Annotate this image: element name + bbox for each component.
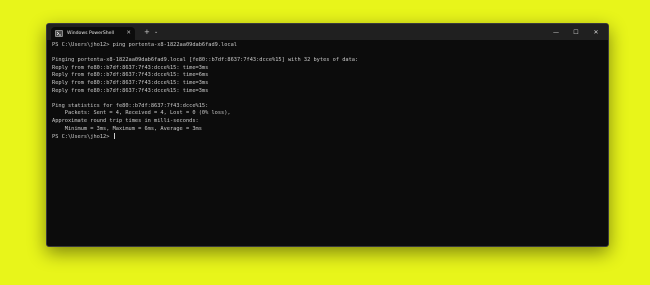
- terminal-line: Reply from fe80::b7df:8637:7f43:dcce%15:…: [52, 79, 209, 86]
- chevron-down-icon[interactable]: ⌄: [154, 29, 158, 36]
- powershell-icon: [55, 30, 63, 37]
- terminal-line: Reply from fe80::b7df:8637:7f43:dcce%15:…: [52, 72, 209, 79]
- close-button[interactable]: ✕: [586, 24, 606, 40]
- terminal-output[interactable]: PS C:\Users\jho12> ping portenta-x8-1822…: [52, 40, 603, 246]
- title-bar[interactable]: Windows PowerShell ✕ + ⌄ — ☐ ✕: [47, 24, 608, 40]
- prompt-line[interactable]: PS C:\Users\jho12>: [52, 133, 603, 141]
- terminal-window: Windows PowerShell ✕ + ⌄ — ☐ ✕ PS C:\Use…: [46, 23, 609, 247]
- tab-close-icon[interactable]: ✕: [126, 30, 131, 37]
- new-tab-button[interactable]: +: [144, 28, 150, 36]
- prompt-text: PS C:\Users\jho12>: [52, 134, 113, 141]
- maximize-button[interactable]: ☐: [566, 24, 586, 40]
- text-cursor: [113, 133, 115, 140]
- terminal-line: Approximate round trip times in milli-se…: [52, 117, 199, 124]
- terminal-line: Reply from fe80::b7df:8637:7f43:dcce%15:…: [52, 64, 209, 71]
- minimize-button[interactable]: —: [546, 24, 566, 40]
- terminal-line: Pinging portenta-x8-1822aa09dab6fad9.loc…: [52, 57, 359, 64]
- terminal-line: Minimum = 3ms, Maximum = 6ms, Average = …: [52, 125, 202, 132]
- tab-title: Windows PowerShell: [67, 31, 115, 36]
- terminal-line: PS C:\Users\jho12> ping portenta-x8-1822…: [52, 42, 237, 48]
- terminal-line: Packets: Sent = 4, Received = 4, Lost = …: [52, 110, 231, 117]
- tab-windows-powershell[interactable]: Windows PowerShell ✕: [51, 27, 135, 40]
- terminal-line: Reply from fe80::b7df:8637:7f43:dcce%15:…: [52, 87, 209, 94]
- terminal-line: Ping statistics for fe80::b7df:8637:7f43…: [52, 102, 209, 109]
